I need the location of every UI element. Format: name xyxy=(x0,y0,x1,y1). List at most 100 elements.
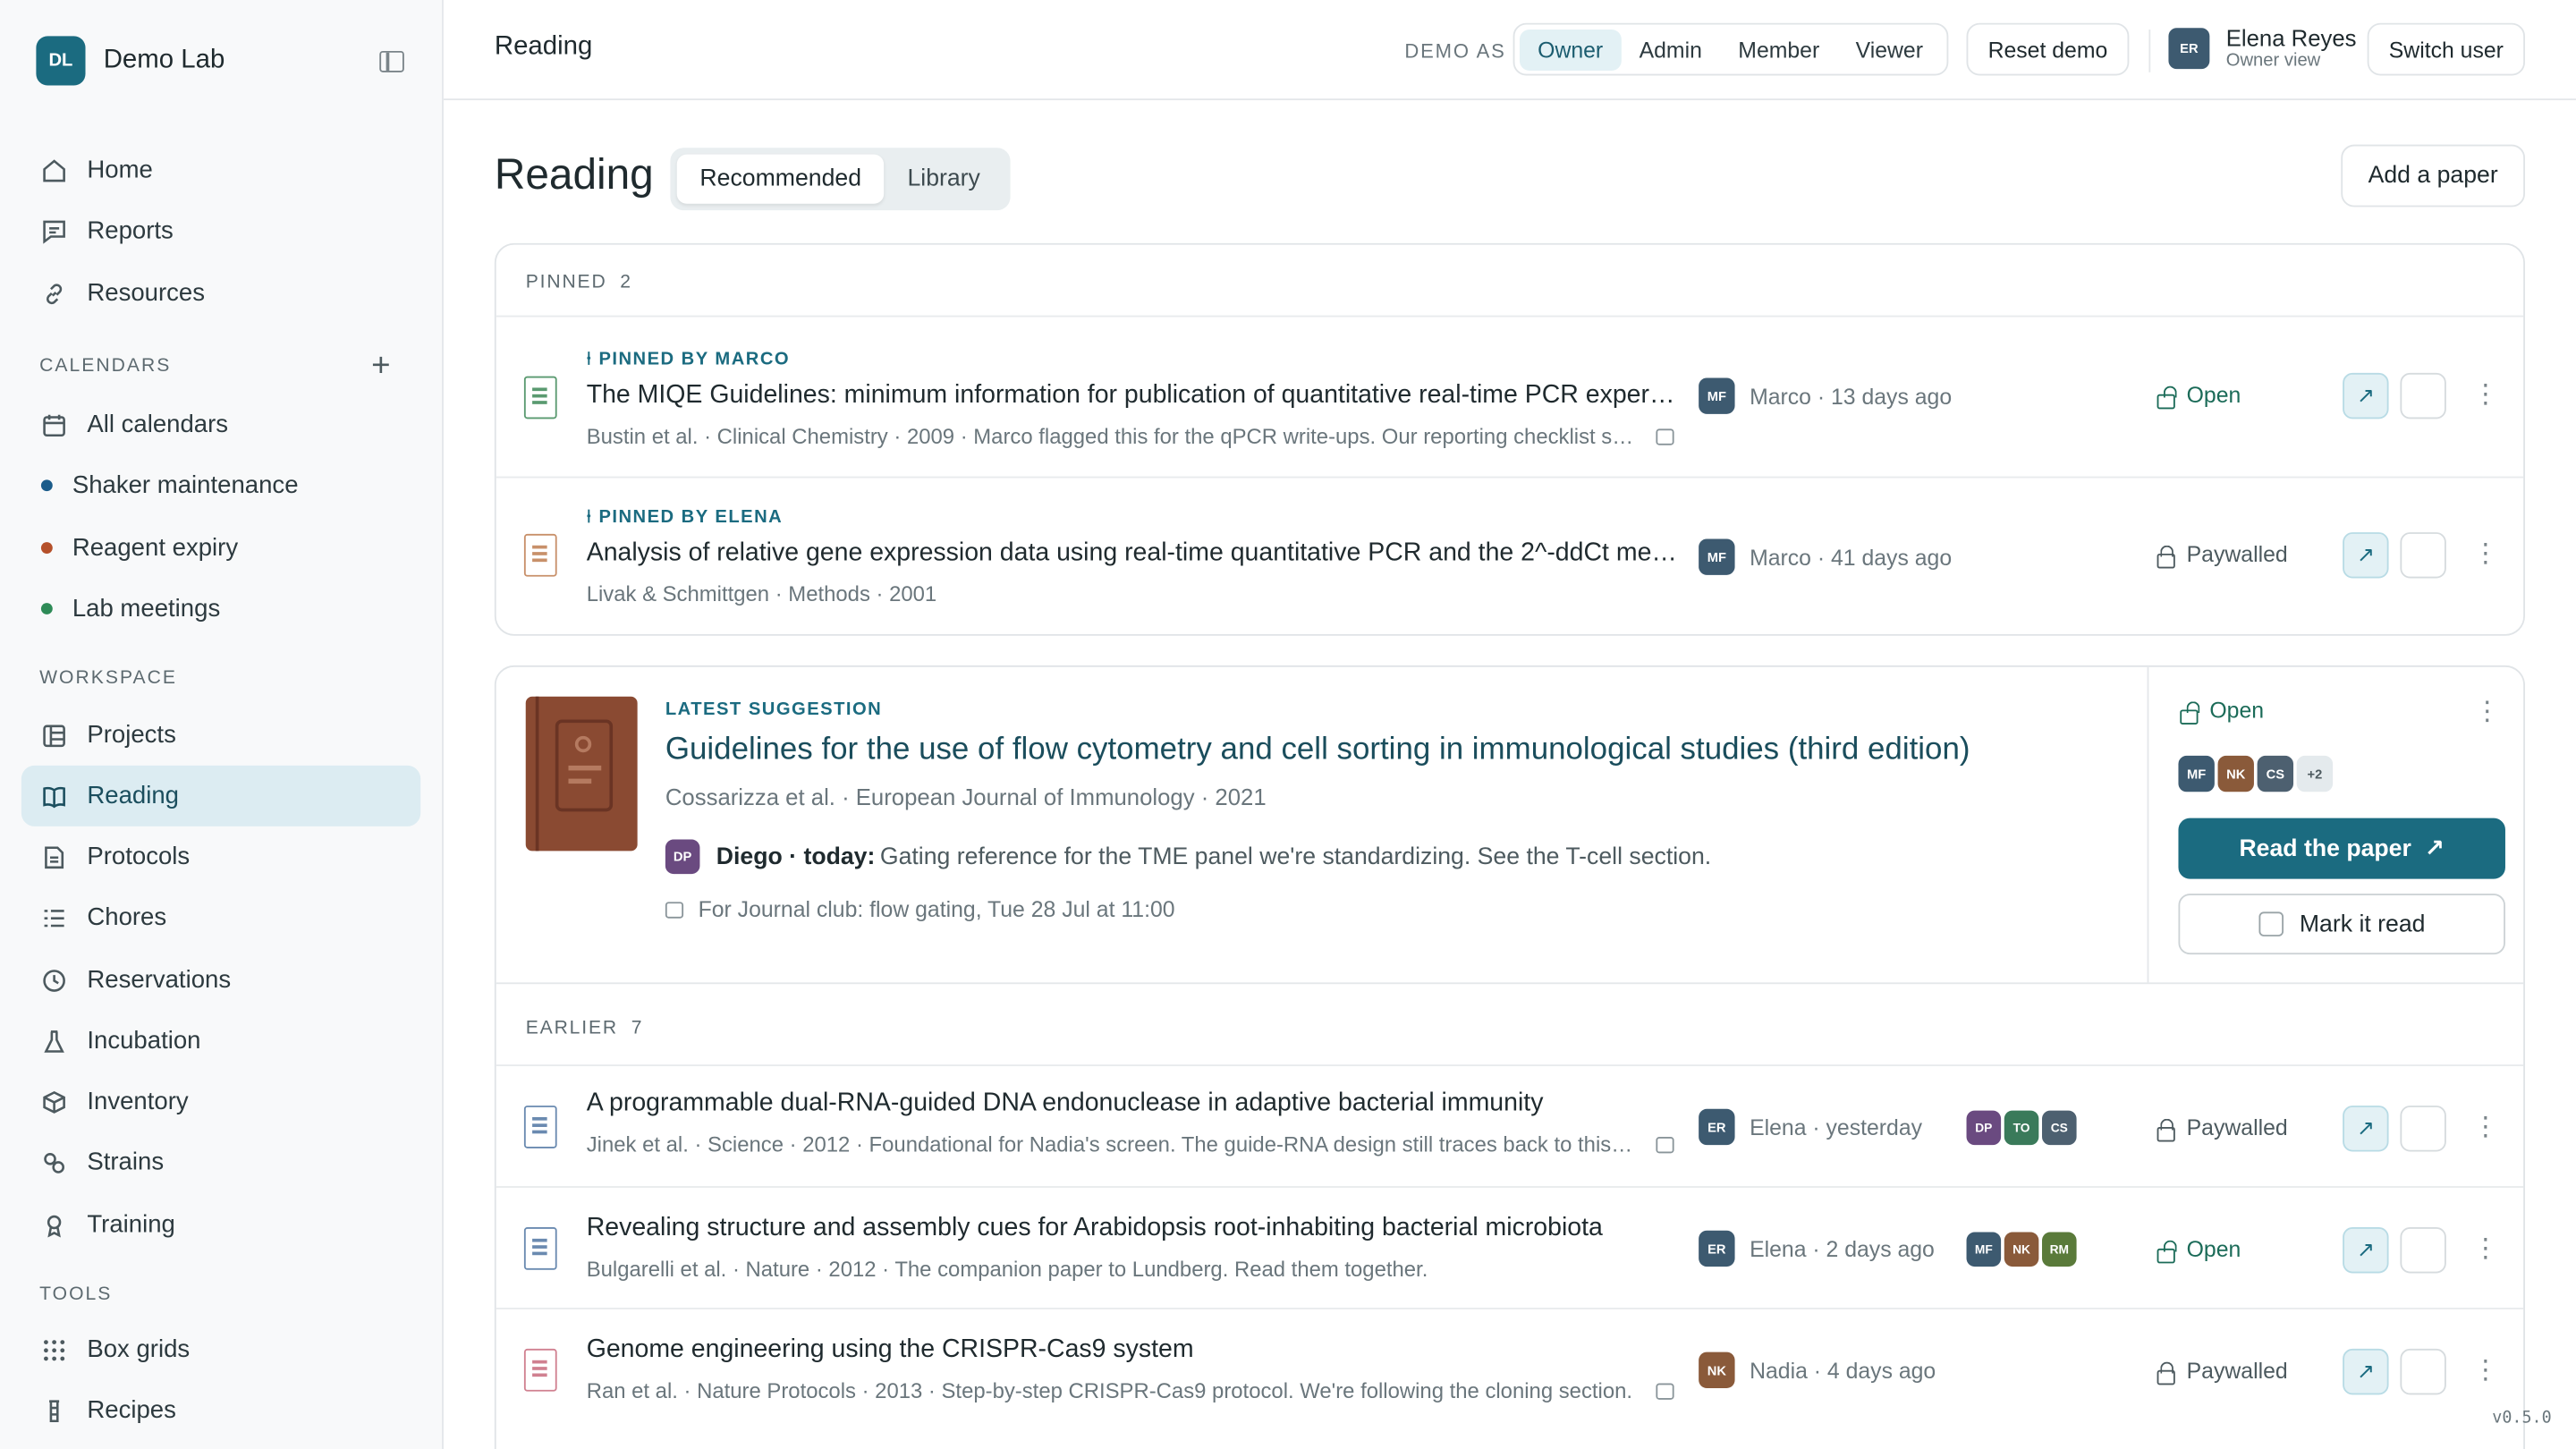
calendar-color-dot xyxy=(40,603,53,614)
role-switcher: Owner Admin Member Viewer xyxy=(1513,22,1948,76)
sidebar-item-projects[interactable]: Projects xyxy=(21,705,420,766)
sidebar-item-recipes[interactable]: Recipes xyxy=(21,1380,420,1441)
sidebar-item-label: Reservations xyxy=(87,965,232,995)
open-external-button[interactable]: ↗ xyxy=(2343,532,2389,579)
add-calendar-icon[interactable]: + xyxy=(371,350,390,383)
paper-row[interactable]: Revealing structure and assembly cues fo… xyxy=(496,1186,2524,1308)
sidebar-item-inventory[interactable]: Inventory xyxy=(21,1072,420,1132)
more-options-icon[interactable]: ⋮ xyxy=(2472,541,2498,568)
sidebar-item-home[interactable]: Home xyxy=(21,140,420,200)
avatar: TO xyxy=(2004,1110,2039,1146)
added-by-text: Marco · 13 days ago xyxy=(1750,383,1953,409)
sidebar-item-label: Reports xyxy=(87,216,174,245)
lock-icon xyxy=(2156,544,2175,568)
earlier-heading: EARLIER 7 xyxy=(525,1018,642,1038)
more-options-icon[interactable]: ⋮ xyxy=(2472,1114,2498,1141)
reset-demo-button[interactable]: Reset demo xyxy=(1966,22,2130,76)
pinned-heading: PINNED 2 xyxy=(525,272,631,292)
role-member[interactable]: Member xyxy=(1720,29,1837,70)
journal-club-line: For Journal club: flow gating, Tue 28 Ju… xyxy=(665,897,1175,921)
more-options-icon[interactable]: ⋮ xyxy=(2472,1236,2498,1263)
sidebar-item-strains[interactable]: Strains xyxy=(21,1131,420,1192)
sidebar-item-shaker-maintenance[interactable]: Shaker maintenance xyxy=(21,455,420,516)
sidebar-item-reports[interactable]: Reports xyxy=(21,200,420,261)
calendar-icon xyxy=(1656,428,1674,445)
sidebar-item-protocols[interactable]: Protocols xyxy=(21,826,420,887)
paper-title[interactable]: The MIQE Guidelines: minimum information… xyxy=(587,381,1679,411)
mark-read-checkbox[interactable] xyxy=(2400,372,2446,419)
divider xyxy=(2148,30,2151,72)
paper-row[interactable]: ⍿ PINNED BY MARCO The MIQE Guidelines: m… xyxy=(496,315,2524,477)
mark-read-button[interactable]: Mark it read xyxy=(2178,894,2505,955)
paper-row[interactable]: A programmable dual-RNA-guided DNA endon… xyxy=(496,1064,2524,1186)
readers: MF NK CS +2 xyxy=(2178,755,2334,792)
avatar: CS xyxy=(2042,1110,2077,1146)
avatar: DP xyxy=(665,839,700,875)
access-status: Paywalled xyxy=(2156,1359,2288,1385)
sidebar-item-label: All calendars xyxy=(87,411,229,439)
unlock-icon xyxy=(2178,700,2199,724)
pinned-count: 2 xyxy=(620,272,631,292)
role-owner[interactable]: Owner xyxy=(1519,29,1622,71)
access-status: Open xyxy=(2156,1237,2241,1263)
user-name: Elena Reyes xyxy=(2225,24,2357,51)
mark-read-checkbox[interactable] xyxy=(2400,1348,2446,1395)
tab-recommended[interactable]: Recommended xyxy=(676,154,885,204)
mark-read-checkbox[interactable] xyxy=(2400,532,2446,579)
sidebar-item-incubation[interactable]: Incubation xyxy=(21,1011,420,1072)
open-external-button[interactable]: ↗ xyxy=(2343,1106,2389,1152)
read-paper-button[interactable]: Read the paper ↗ xyxy=(2178,818,2505,879)
mark-read-checkbox[interactable] xyxy=(2400,1106,2446,1152)
open-external-button[interactable]: ↗ xyxy=(2343,1348,2389,1395)
more-options-icon[interactable]: ⋮ xyxy=(2472,382,2498,409)
sidebar-toggle-icon[interactable] xyxy=(379,50,404,72)
sidebar-item-training[interactable]: Training xyxy=(21,1194,420,1255)
document-icon xyxy=(523,533,557,577)
paper-title[interactable]: Genome engineering using the CRISPR-Cas9… xyxy=(587,1335,1679,1365)
avatar: MF xyxy=(1966,1232,2002,1267)
paper-row[interactable]: ⍿ PINNED BY ELENA Analysis of relative g… xyxy=(496,476,2524,634)
sidebar-item-resources[interactable]: Resources xyxy=(21,263,420,324)
calendar-icon xyxy=(1656,1383,1674,1400)
added-by-text: Elena · 2 days ago xyxy=(1750,1236,1935,1261)
mark-read-checkbox[interactable] xyxy=(2400,1227,2446,1274)
calendar-color-dot xyxy=(40,479,53,492)
brand[interactable]: DL Demo Lab xyxy=(36,36,225,86)
sidebar-item-lab-meetings[interactable]: Lab meetings xyxy=(21,579,420,640)
paper-meta: Jinek et al. · Science · 2012 · Foundati… xyxy=(586,1131,1639,1157)
added-by-text: Elena · yesterday xyxy=(1750,1114,1923,1140)
switch-user-button[interactable]: Switch user xyxy=(2367,22,2526,76)
paper-title[interactable]: A programmable dual-RNA-guided DNA endon… xyxy=(587,1089,1679,1119)
user-role: Owner view xyxy=(2225,50,2321,71)
sidebar: DL Demo Lab Home Reports Resources CALEN… xyxy=(0,0,444,1449)
open-external-button[interactable]: ↗ xyxy=(2343,1227,2389,1274)
sidebar-item-reservations[interactable]: Reservations xyxy=(21,950,420,1011)
add-paper-button[interactable]: Add a paper xyxy=(2341,144,2526,208)
avatar: NK xyxy=(1699,1352,1735,1389)
more-options-icon[interactable]: ⋮ xyxy=(2474,699,2500,725)
sidebar-item-chores[interactable]: Chores xyxy=(21,887,420,948)
access-status: Open xyxy=(2156,383,2241,409)
more-options-icon[interactable]: ⋮ xyxy=(2472,1358,2498,1385)
home-icon xyxy=(41,157,67,182)
workspace-heading: WORKSPACE xyxy=(39,668,178,689)
sidebar-item-label: Box grids xyxy=(87,1335,191,1364)
pinned-by-label: ⍿ PINNED BY MARCO xyxy=(586,350,791,370)
role-admin[interactable]: Admin xyxy=(1621,29,1720,70)
paper-title[interactable]: Analysis of relative gene expression dat… xyxy=(587,538,1679,568)
suggestion-title[interactable]: Guidelines for the use of flow cytometry… xyxy=(665,733,1970,768)
grid-icon xyxy=(41,1336,67,1362)
open-external-button[interactable]: ↗ xyxy=(2343,372,2389,419)
paper-row[interactable]: Genome engineering using the CRISPR-Cas9… xyxy=(496,1308,2524,1429)
unlock-icon xyxy=(2156,385,2176,409)
avatar: ER xyxy=(1699,1230,1735,1267)
tools-heading: TOOLS xyxy=(39,1284,113,1305)
tab-library[interactable]: Library xyxy=(885,155,1004,204)
paper-title[interactable]: Revealing structure and assembly cues fo… xyxy=(587,1214,1679,1243)
sidebar-item-reagent-expiry[interactable]: Reagent expiry xyxy=(21,518,420,579)
sidebar-item-box-grids[interactable]: Box grids xyxy=(21,1319,420,1380)
sidebar-item-reading[interactable]: Reading xyxy=(21,765,421,826)
sidebar-item-all-calendars[interactable]: All calendars xyxy=(21,394,420,455)
role-viewer[interactable]: Viewer xyxy=(1837,29,1941,70)
calendar-icon xyxy=(41,411,67,437)
